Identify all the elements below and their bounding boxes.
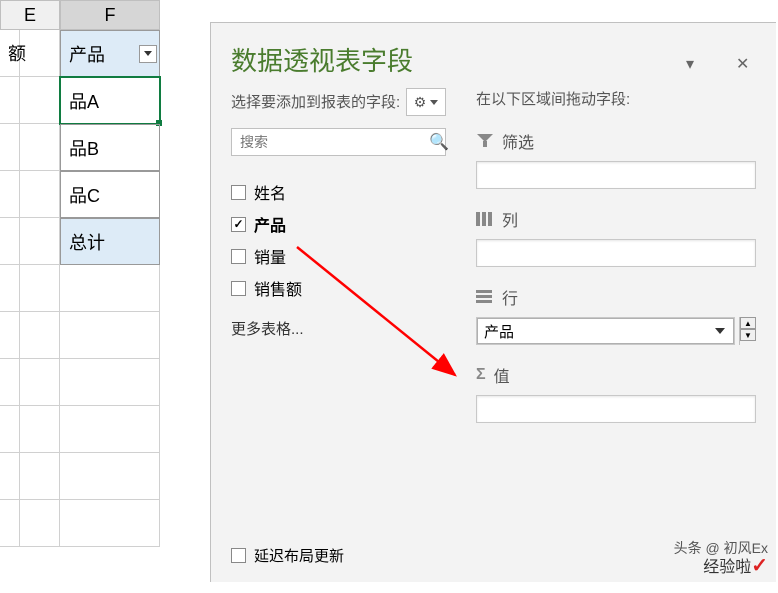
field-label: 产品	[254, 212, 286, 236]
search-box: 🔍	[231, 128, 446, 156]
col-header-f[interactable]: F	[60, 0, 160, 30]
columns-icon	[476, 212, 494, 226]
defer-checkbox[interactable]	[231, 548, 246, 563]
cell[interactable]	[0, 453, 20, 500]
spreadsheet-area: E F 额 产品 品A 品B 品C 总计	[0, 0, 210, 593]
values-area-label: 值	[494, 363, 510, 387]
filter-area-label: 筛选	[502, 129, 534, 153]
cell[interactable]	[20, 312, 60, 359]
spinner-up[interactable]: ▲	[740, 317, 756, 329]
pivot-total-cell[interactable]: 总计	[60, 218, 160, 265]
panel-options-button[interactable]: ▾	[686, 54, 706, 66]
spinner-down[interactable]: ▼	[740, 329, 756, 341]
cell[interactable]	[0, 77, 20, 124]
col-header-e[interactable]: E	[0, 0, 60, 30]
row-field-label: 产品	[484, 321, 715, 342]
cell[interactable]	[20, 265, 60, 312]
checkbox-icon[interactable]	[231, 185, 246, 200]
search-input[interactable]	[232, 129, 429, 155]
filter-area: 筛选	[476, 129, 756, 189]
pivot-row-cell[interactable]: 品C	[60, 171, 160, 218]
panel-title: 数据透视表字段	[231, 41, 686, 78]
cell[interactable]	[20, 124, 60, 171]
pivot-header-label: 产品	[69, 45, 105, 65]
drag-fields-label: 在以下区域间拖动字段:	[476, 88, 756, 109]
values-drop-zone[interactable]	[476, 395, 756, 423]
filter-drop-zone[interactable]	[476, 161, 756, 189]
close-icon[interactable]: ✕	[736, 54, 756, 66]
columns-area: 列	[476, 207, 756, 267]
fields-chooser: 选择要添加到报表的字段: 🔍 姓名 产品 销量	[231, 88, 446, 441]
drop-areas: 在以下区域间拖动字段: 筛选 列 行	[466, 88, 756, 441]
cell[interactable]	[60, 453, 160, 500]
check-icon: ✓	[751, 553, 768, 578]
checkbox-icon[interactable]	[231, 249, 246, 264]
cell[interactable]	[0, 406, 20, 453]
column-headers: E F	[0, 0, 210, 30]
cell[interactable]	[0, 124, 20, 171]
cell[interactable]	[20, 77, 60, 124]
field-label: 销量	[254, 244, 286, 268]
cell[interactable]	[0, 359, 20, 406]
search-icon[interactable]: 🔍	[429, 129, 449, 155]
pivot-row-cell[interactable]: 品A	[60, 77, 160, 124]
cell[interactable]	[20, 406, 60, 453]
cell[interactable]: 额	[0, 30, 20, 77]
sigma-icon: Σ	[476, 366, 486, 384]
field-item-product[interactable]: 产品	[231, 208, 446, 240]
rows-icon	[476, 290, 494, 304]
columns-area-label: 列	[502, 207, 518, 231]
defer-label: 延迟布局更新	[254, 545, 344, 566]
cell[interactable]	[20, 30, 60, 77]
watermark-site: 经验啦✓	[703, 553, 768, 578]
choose-fields-label: 选择要添加到报表的字段:	[231, 92, 406, 113]
cell[interactable]	[0, 312, 20, 359]
values-area: Σ 值	[476, 363, 756, 423]
cell[interactable]	[20, 218, 60, 265]
cell[interactable]	[60, 406, 160, 453]
row-field-item[interactable]: 产品	[477, 318, 734, 344]
cell[interactable]	[60, 500, 160, 547]
cell[interactable]	[20, 171, 60, 218]
cell[interactable]	[0, 218, 20, 265]
panel-header: 数据透视表字段 ▾ ✕	[211, 23, 776, 88]
rows-drop-zone[interactable]: 产品	[476, 317, 735, 345]
checkbox-icon[interactable]	[231, 281, 246, 296]
spinner-control: ▲ ▼	[739, 317, 756, 345]
field-label: 姓名	[254, 180, 286, 204]
cell[interactable]	[0, 500, 20, 547]
cell[interactable]	[0, 171, 20, 218]
field-item-revenue[interactable]: 销售额	[231, 272, 446, 304]
pivot-row-cell[interactable]: 品B	[60, 124, 160, 171]
cell[interactable]	[20, 453, 60, 500]
gear-icon[interactable]	[406, 88, 446, 116]
cell[interactable]	[60, 359, 160, 406]
cell[interactable]	[20, 500, 60, 547]
more-tables-link[interactable]: 更多表格...	[231, 318, 446, 339]
pivot-header-cell[interactable]: 产品	[60, 30, 160, 77]
checkbox-icon[interactable]	[231, 217, 246, 232]
cell[interactable]	[60, 312, 160, 359]
cell[interactable]	[60, 265, 160, 312]
columns-drop-zone[interactable]	[476, 239, 756, 267]
filter-icon	[476, 134, 494, 148]
field-item-name[interactable]: 姓名	[231, 176, 446, 208]
pivot-filter-dropdown[interactable]	[139, 45, 157, 63]
field-label: 销售额	[254, 276, 302, 300]
rows-area: 行 产品 ▲ ▼	[476, 285, 756, 345]
rows-area-label: 行	[502, 285, 518, 309]
cell[interactable]	[20, 359, 60, 406]
pivot-fields-panel: 数据透视表字段 ▾ ✕ 选择要添加到报表的字段: 🔍 姓名	[210, 22, 776, 582]
field-item-sales[interactable]: 销量	[231, 240, 446, 272]
chevron-down-icon[interactable]	[715, 328, 725, 334]
field-list: 姓名 产品 销量 销售额	[231, 176, 446, 304]
grid: 额 产品 品A 品B 品C 总计	[0, 30, 210, 547]
cell[interactable]	[0, 265, 20, 312]
